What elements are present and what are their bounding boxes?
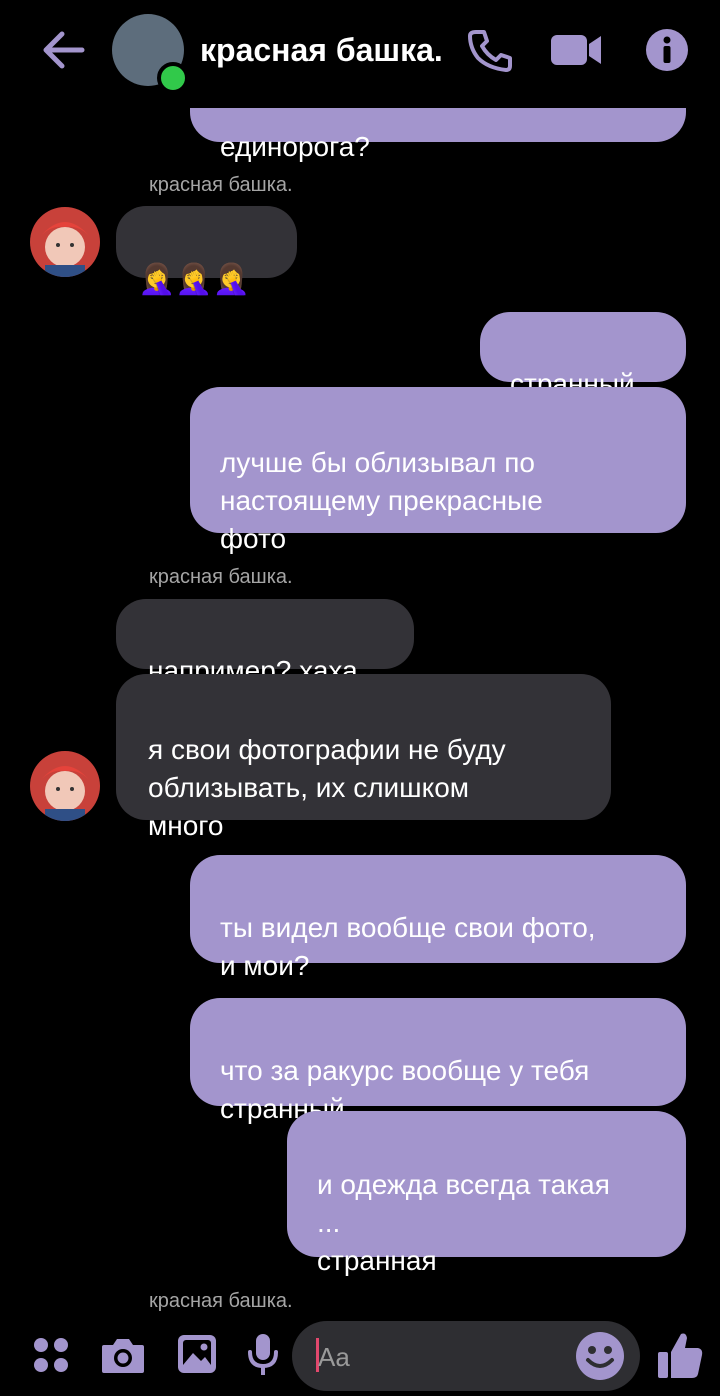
message-list: единорога? красная башка. 🤦‍♀️🤦‍♀️🤦‍♀️ с… [0, 0, 720, 1320]
message-text: я свои фотографии не буду облизывать, их… [148, 734, 506, 841]
emoji-text: 🤦‍♀️🤦‍♀️🤦‍♀️ [138, 263, 251, 296]
message-bubble[interactable]: что за ракурс вообще у тебя странный [190, 998, 686, 1124]
page-title[interactable]: красная башка. [200, 30, 443, 70]
message-bubble[interactable]: я свои фотографии не буду облизывать, их… [116, 674, 611, 841]
message-text: единорога? [220, 131, 370, 162]
sender-name: красная башка. [149, 566, 293, 588]
arrow-left-icon[interactable] [40, 30, 86, 70]
message-bubble[interactable]: ты видел вообще свои фото, и мои? [190, 855, 686, 981]
microphone-icon[interactable] [246, 1332, 280, 1378]
conversation-header: красная башка. [0, 0, 720, 108]
sender-name: красная башка. [149, 174, 293, 196]
camera-icon[interactable] [100, 1335, 146, 1375]
contact-avatar[interactable] [30, 207, 100, 277]
online-status-dot [157, 62, 189, 94]
message-input-placeholder: Aa [318, 1342, 350, 1372]
emoji-icon[interactable] [575, 1331, 625, 1381]
message-bubble[interactable]: например? хаха [116, 599, 414, 686]
phone-icon[interactable] [466, 28, 514, 72]
contact-avatar[interactable] [30, 751, 100, 821]
message-bubble[interactable]: странный [480, 312, 686, 399]
sender-name: красная башка. [149, 1290, 293, 1312]
message-text: ты видел вообще свои фото, и мои? [220, 912, 596, 981]
video-camera-icon[interactable] [549, 28, 603, 72]
message-text: лучше бы облизывал по настоящему прекрас… [220, 447, 543, 554]
message-bubble[interactable]: лучше бы облизывал по настоящему прекрас… [190, 387, 686, 554]
image-icon[interactable] [176, 1333, 218, 1375]
apps-icon[interactable] [32, 1336, 70, 1374]
emoji-message[interactable]: 🤦‍♀️🤦‍♀️🤦‍♀️ [116, 206, 297, 296]
thumbs-up-icon[interactable] [656, 1330, 704, 1380]
info-icon[interactable] [645, 28, 689, 72]
message-bubble[interactable]: и одежда всегда такая ... странная [287, 1111, 686, 1276]
message-text: и одежда всегда такая ... странная [317, 1169, 610, 1276]
